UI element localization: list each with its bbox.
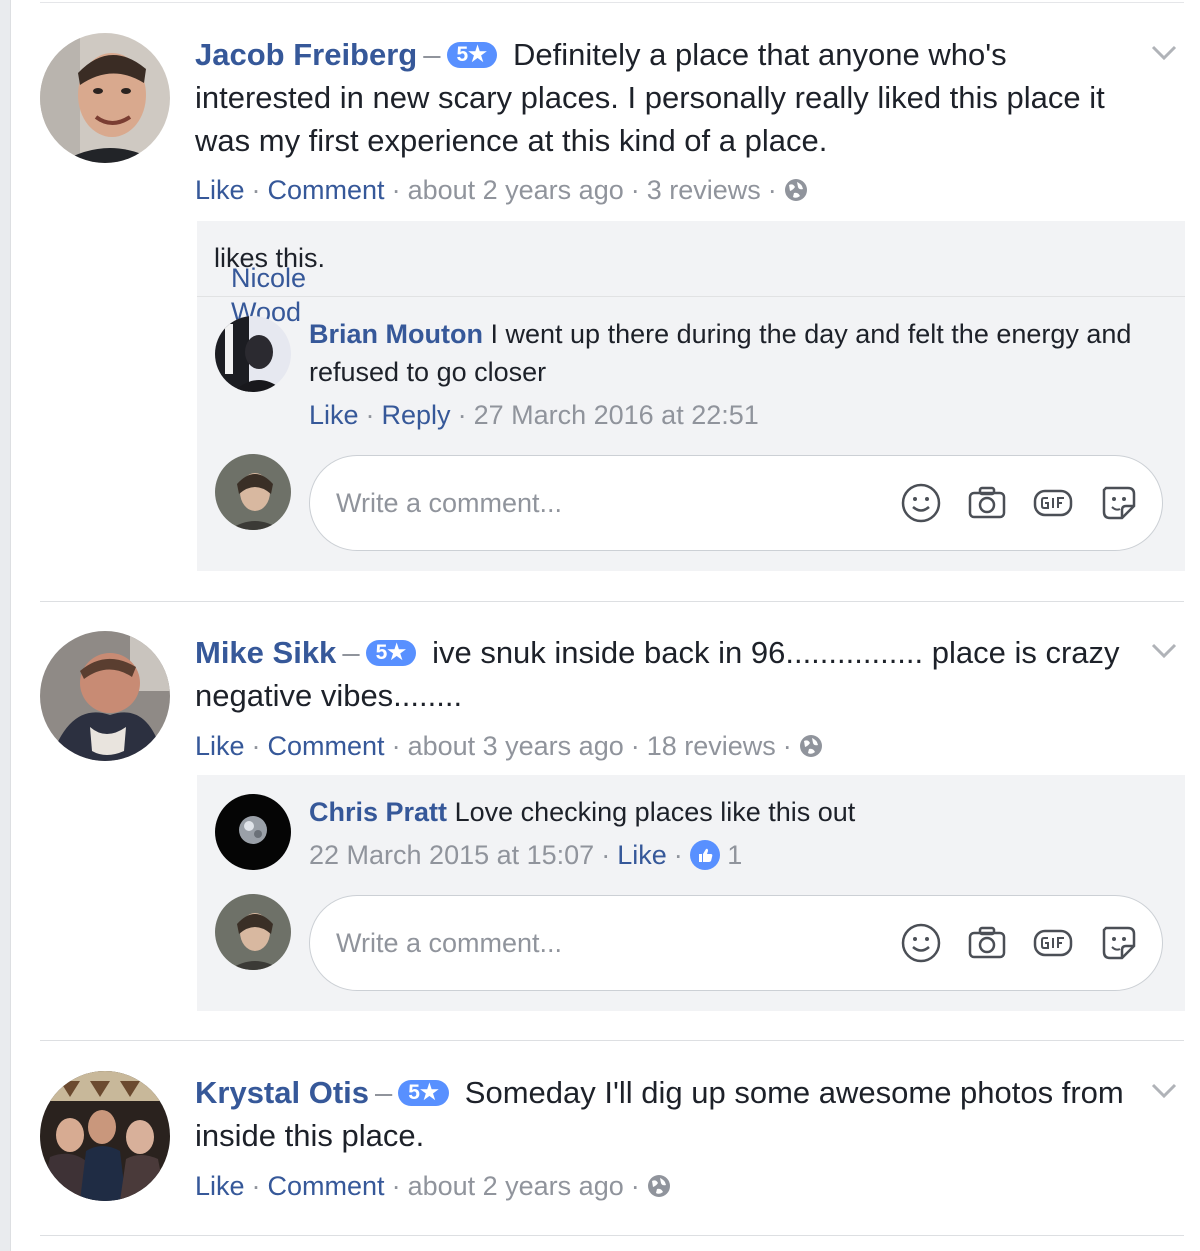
timestamp[interactable]: 27 March 2016 at 22:51 bbox=[474, 400, 759, 430]
review-divider bbox=[40, 1040, 1184, 1041]
like-link[interactable]: Like bbox=[309, 400, 359, 430]
separator: · bbox=[630, 731, 640, 761]
globe-icon bbox=[647, 1175, 670, 1197]
review-author[interactable]: Jacob Freiberg bbox=[195, 37, 417, 72]
like-link[interactable]: Like bbox=[195, 175, 245, 205]
separator: · bbox=[457, 400, 467, 430]
separator: · bbox=[365, 400, 375, 430]
avatar[interactable] bbox=[215, 316, 291, 392]
emoji-icon[interactable] bbox=[900, 482, 942, 524]
comment-composer[interactable] bbox=[309, 895, 1163, 991]
separator: · bbox=[673, 840, 683, 870]
dash: – bbox=[423, 37, 441, 72]
avatar[interactable] bbox=[40, 33, 170, 163]
reviews-count[interactable]: 3 reviews bbox=[647, 175, 761, 205]
like-reaction-icon[interactable] bbox=[689, 840, 720, 870]
dash: – bbox=[342, 635, 360, 670]
emoji-icon[interactable] bbox=[900, 922, 942, 964]
left-rail bbox=[0, 0, 11, 1251]
review-author[interactable]: Mike Sikk bbox=[195, 635, 336, 670]
reply-text-block: Chris Pratt Love checking places like th… bbox=[309, 793, 1149, 831]
comment-link[interactable]: Comment bbox=[268, 731, 385, 761]
separator: · bbox=[391, 1171, 401, 1201]
separator: · bbox=[630, 175, 640, 205]
comment-link[interactable]: Comment bbox=[268, 1171, 385, 1201]
reply-meta: 22 March 2015 at 15:07 · Like · 1 bbox=[309, 838, 742, 872]
camera-icon[interactable] bbox=[966, 922, 1008, 964]
like-link[interactable]: Like bbox=[617, 840, 667, 870]
review-text-block: Mike Sikk –5★ ive snuk inside back in 96..… bbox=[195, 631, 1125, 717]
reply-text-block: Brian Mouton I went up there during the … bbox=[309, 315, 1149, 391]
separator: · bbox=[251, 175, 261, 205]
chevron-down-icon[interactable] bbox=[1150, 642, 1178, 660]
reply-text: Love checking places like this out bbox=[454, 797, 856, 827]
camera-icon[interactable] bbox=[966, 482, 1008, 524]
comment-input[interactable] bbox=[334, 922, 858, 964]
top-divider bbox=[40, 2, 1184, 3]
timestamp[interactable]: 22 March 2015 at 15:07 bbox=[309, 840, 594, 870]
separator: · bbox=[251, 731, 261, 761]
comment-composer[interactable] bbox=[309, 455, 1163, 551]
likes-summary: Nicole Wood likes this. bbox=[197, 221, 1185, 327]
chevron-down-icon[interactable] bbox=[1150, 44, 1178, 62]
review-divider bbox=[40, 601, 1184, 602]
avatar[interactable] bbox=[40, 1071, 170, 1201]
separator: · bbox=[767, 175, 777, 205]
comment-thread: Chris Pratt Love checking places like th… bbox=[197, 775, 1185, 1011]
avatar[interactable] bbox=[40, 631, 170, 761]
review-meta: Like · Comment · about 2 years ago · bbox=[195, 1169, 671, 1203]
reviews-count[interactable]: 18 reviews bbox=[647, 731, 776, 761]
separator: · bbox=[391, 175, 401, 205]
review-meta: Like · Comment · about 2 years ago · 3 reviews… bbox=[195, 173, 808, 207]
gif-icon[interactable] bbox=[1032, 922, 1074, 964]
rating-badge: 5★ bbox=[446, 42, 498, 68]
timestamp[interactable]: about 3 years ago bbox=[408, 731, 624, 761]
sticker-icon[interactable] bbox=[1098, 482, 1140, 524]
like-link[interactable]: Like bbox=[195, 1171, 245, 1201]
reply-author[interactable]: Chris Pratt bbox=[309, 797, 447, 827]
timestamp[interactable]: about 2 years ago bbox=[408, 175, 624, 205]
reply-meta: Like · Reply · 27 March 2016 at 22:51 bbox=[309, 398, 759, 432]
reply-link[interactable]: Reply bbox=[382, 400, 451, 430]
review-text-block: Krystal Otis –5★ Someday I'll dig up some … bbox=[195, 1071, 1125, 1157]
review-meta: Like · Comment · about 3 years ago · 18 review… bbox=[195, 729, 823, 763]
rating-badge: 5★ bbox=[365, 640, 417, 666]
review-divider bbox=[40, 1235, 1184, 1236]
timestamp[interactable]: about 2 years ago bbox=[408, 1171, 624, 1201]
reply-author[interactable]: Brian Mouton bbox=[309, 319, 483, 349]
separator: · bbox=[630, 1171, 640, 1201]
review-text-block: Jacob Freiberg –5★ Definitely a place that… bbox=[195, 33, 1125, 162]
globe-icon bbox=[784, 179, 807, 201]
current-user-avatar bbox=[215, 894, 291, 970]
reaction-count[interactable]: 1 bbox=[727, 840, 742, 870]
rating-badge: 5★ bbox=[398, 1080, 449, 1106]
sticker-icon[interactable] bbox=[1098, 922, 1140, 964]
review-author[interactable]: Krystal Otis bbox=[195, 1075, 369, 1110]
globe-icon bbox=[799, 735, 822, 757]
current-user-avatar bbox=[215, 454, 291, 530]
chevron-down-icon[interactable] bbox=[1150, 1082, 1178, 1100]
separator: · bbox=[251, 1171, 261, 1201]
avatar[interactable] bbox=[215, 794, 291, 870]
comment-link[interactable]: Comment bbox=[268, 175, 385, 205]
separator: · bbox=[391, 731, 401, 761]
separator: · bbox=[601, 840, 611, 870]
comment-thread: Nicole Wood likes this. Brian Mouton I w… bbox=[197, 221, 1185, 571]
dash: – bbox=[375, 1075, 393, 1110]
separator: · bbox=[782, 731, 792, 761]
gif-icon[interactable] bbox=[1032, 482, 1074, 524]
like-link[interactable]: Like bbox=[195, 731, 245, 761]
comment-input[interactable] bbox=[334, 482, 858, 524]
